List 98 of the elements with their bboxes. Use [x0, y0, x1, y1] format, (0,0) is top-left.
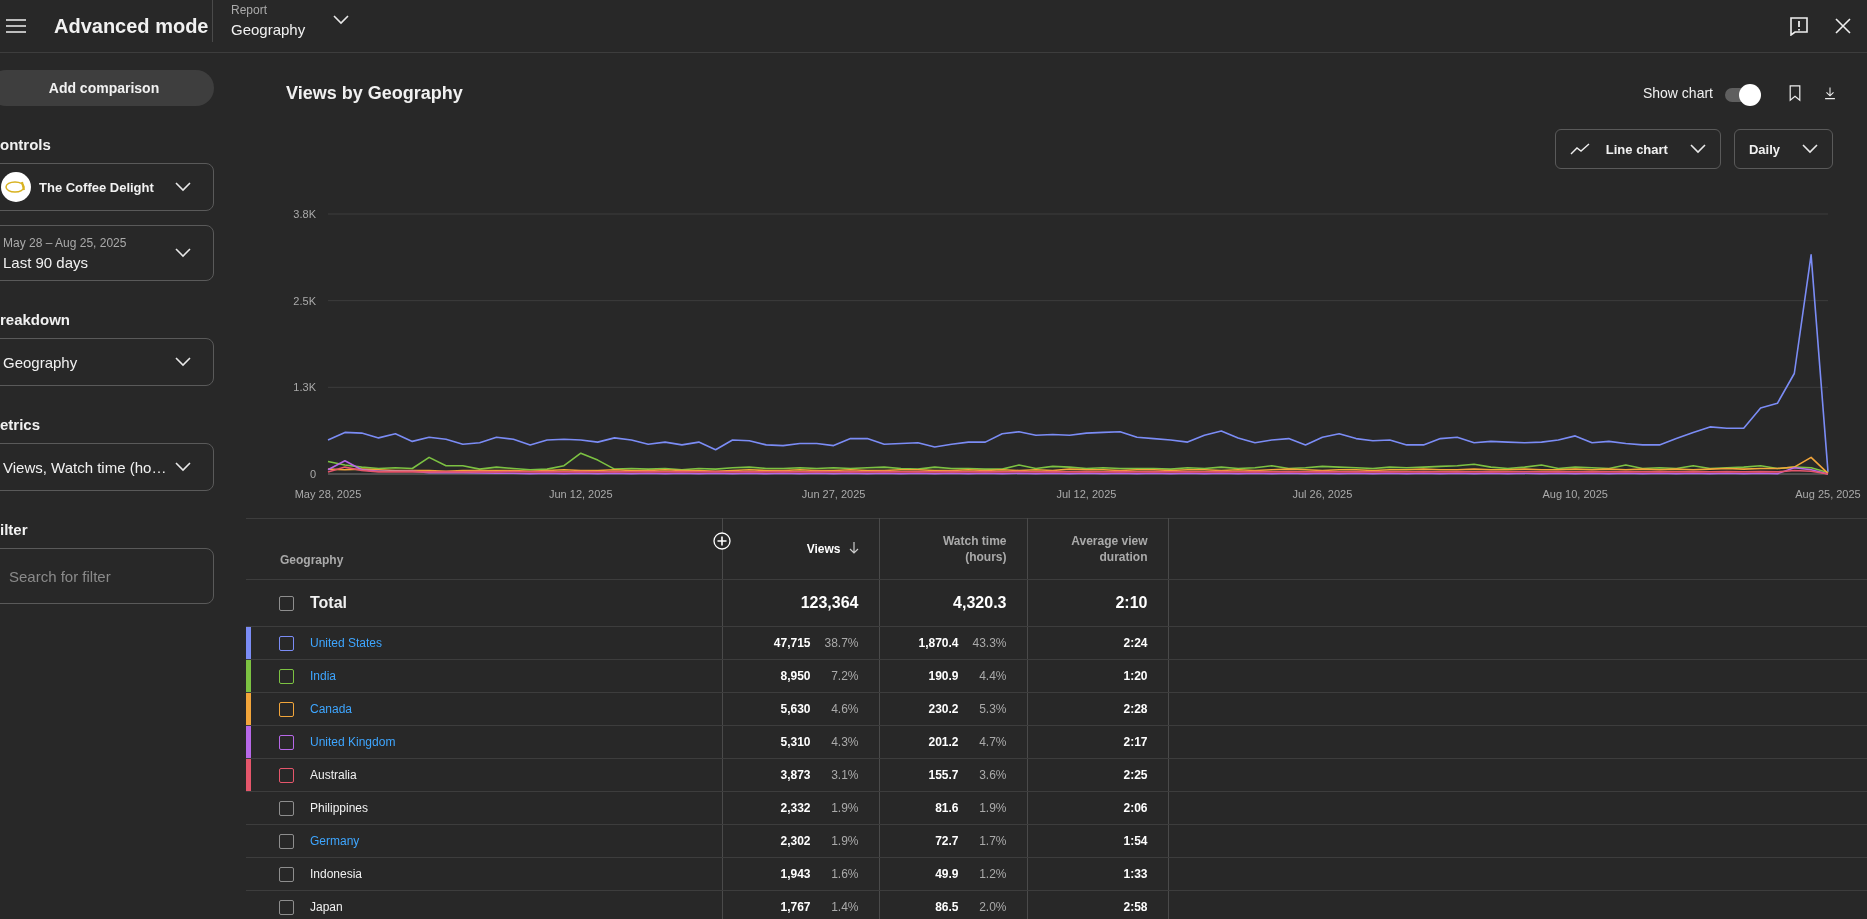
table-cell: 81.6 1.9% — [879, 791, 1027, 825]
checkbox[interactable] — [279, 635, 294, 651]
app-title: Advanced mode — [54, 14, 206, 38]
line-chart-icon — [1569, 143, 1590, 155]
checkbox[interactable] — [279, 734, 294, 750]
axis-label: Aug 10, 2025 — [1542, 488, 1608, 500]
dropdown-select[interactable]: Views, Watch time (ho… — [0, 443, 214, 491]
axis-label: 2.5K — [293, 294, 316, 307]
close-icon[interactable] — [1833, 16, 1853, 36]
column-header[interactable]: Geography — [280, 553, 344, 567]
add-column-icon[interactable] — [712, 532, 731, 550]
table-cell: 2:10 — [1027, 579, 1168, 627]
table-cell: 2:06 — [1027, 791, 1168, 825]
table-cell: 5,630 4.6% — [722, 692, 879, 726]
table-cell: 72.7 1.7% — [879, 824, 1027, 858]
table-cell: 47,715 38.7% — [722, 626, 879, 660]
table-cell: 4,320.3 — [879, 579, 1027, 627]
table-cell: 5,310 4.3% — [722, 725, 879, 759]
country-link[interactable]: United Kingdom — [310, 735, 396, 749]
table-cell: 201.2 4.7% — [879, 725, 1027, 759]
table-cell: 2,302 1.9% — [722, 824, 879, 858]
column-header[interactable]: Average view duration — [1047, 533, 1148, 565]
chevron-down-icon — [1689, 144, 1706, 154]
axis-label: Jul 26, 2025 — [1292, 488, 1353, 500]
channel-select[interactable]: The Coffee Delight — [0, 163, 214, 211]
avatar-icon — [1, 172, 31, 202]
checkbox[interactable] — [279, 866, 294, 882]
table-cell: 1,767 1.4% — [722, 890, 879, 919]
date-range-select[interactable]: May 28 – Aug 25, 2025 Last 90 days — [0, 225, 214, 281]
table-cell: 2,332 1.9% — [722, 791, 879, 825]
table-cell: 8,950 7.2% — [722, 659, 879, 693]
checkbox[interactable] — [279, 800, 294, 816]
section-heading: etrics — [0, 416, 42, 433]
axis-label: May 28, 2025 — [294, 488, 362, 500]
table-cell: 2:25 — [1027, 758, 1168, 792]
table-cell: 2:58 — [1027, 890, 1168, 919]
table-cell: 1:20 — [1027, 659, 1168, 693]
table-cell: 123,364 — [722, 579, 879, 627]
checkbox[interactable] — [279, 595, 294, 611]
axis-label: 0 — [309, 468, 316, 480]
chevron-down-icon — [1802, 144, 1818, 154]
checkbox[interactable] — [279, 899, 294, 915]
chevron-down-icon — [175, 248, 191, 258]
date-range-value: Last 90 days — [3, 253, 90, 271]
chevron-down-icon — [333, 15, 350, 25]
table-cell: 1,870.4 43.3% — [879, 626, 1027, 660]
checkbox[interactable] — [279, 833, 294, 849]
date-range-caption: May 28 – Aug 25, 2025 — [3, 235, 128, 250]
axis-label: Aug 25, 2025 — [1795, 488, 1861, 500]
axis-label: Jun 27, 2025 — [801, 488, 866, 500]
checkbox[interactable] — [279, 767, 294, 783]
table-cell: 86.5 2.0% — [879, 890, 1027, 919]
checkbox[interactable] — [279, 701, 294, 717]
axis-label: Jul 12, 2025 — [1056, 488, 1117, 500]
table-cell: 2:28 — [1027, 692, 1168, 726]
total-label: Total — [310, 594, 348, 612]
feedback-icon[interactable] — [1789, 16, 1809, 36]
dropdown-select[interactable]: Geography — [0, 338, 214, 386]
country-name: Philippines — [310, 801, 369, 815]
country-name: Japan — [310, 900, 343, 914]
country-link[interactable]: Canada — [310, 702, 353, 716]
bookmark-icon[interactable] — [1787, 83, 1803, 103]
sort-arrow-icon[interactable] — [848, 542, 859, 554]
chevron-down-icon — [175, 462, 191, 472]
axis-label: 1.3K — [293, 381, 316, 394]
axis-label: 3.8K — [293, 208, 316, 220]
show-chart-label: Show chart — [1642, 85, 1713, 101]
table-cell: 155.7 3.6% — [879, 758, 1027, 792]
section-heading: ontrols — [0, 136, 52, 153]
country-link[interactable]: India — [310, 669, 337, 683]
section-heading: reakdown — [0, 311, 72, 328]
column-header[interactable]: Views — [806, 541, 841, 557]
table-cell: 1:33 — [1027, 857, 1168, 891]
table-cell: 230.2 5.3% — [879, 692, 1027, 726]
country-name: Australia — [310, 768, 357, 782]
chevron-down-icon — [175, 182, 191, 192]
checkbox[interactable] — [279, 668, 294, 684]
chart-title: Views by Geography — [286, 82, 463, 104]
table-cell: 3,873 3.1% — [722, 758, 879, 792]
chart-type-dropdown[interactable]: Line chart — [1554, 129, 1721, 169]
table-cell: 49.9 1.2% — [879, 857, 1027, 891]
section-heading: ilter — [0, 521, 29, 538]
table-cell: 190.9 4.4% — [879, 659, 1027, 693]
country-name: Indonesia — [310, 867, 363, 881]
report-select[interactable]: Report Geography — [227, 0, 354, 40]
country-link[interactable]: United States — [310, 636, 383, 650]
table-cell: 2:24 — [1027, 626, 1168, 660]
column-header[interactable]: Watch time (hours) — [906, 533, 1007, 565]
country-link[interactable]: Germany — [310, 834, 360, 848]
axis-label: Jun 12, 2025 — [549, 488, 613, 500]
interval-dropdown[interactable]: Daily — [1733, 129, 1833, 169]
chevron-down-icon — [175, 357, 191, 367]
menu-icon[interactable] — [6, 18, 26, 34]
table-cell: 2:17 — [1027, 725, 1168, 759]
filter-search-field[interactable]: Search for filter — [0, 548, 214, 604]
add-comparison-button[interactable]: Add comparison — [0, 70, 214, 106]
table-cell: 1,943 1.6% — [722, 857, 879, 891]
table-cell: 1:54 — [1027, 824, 1168, 858]
